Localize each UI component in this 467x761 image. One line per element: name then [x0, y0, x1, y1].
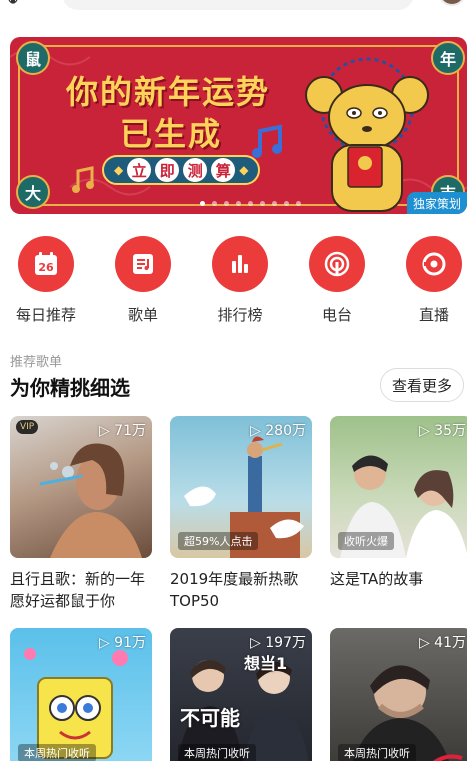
quick-entry-charts[interactable]: 排行榜 [210, 236, 270, 325]
music-note-icon [252, 124, 282, 158]
playlist-tag: 超59%人点击 [178, 532, 259, 550]
carousel-dot[interactable] [200, 201, 205, 206]
playlist-cover: ▷ 91万 本周热门收听 [10, 628, 152, 761]
quick-entry-daily[interactable]: 26 每日推荐 [16, 236, 76, 325]
playlist-card[interactable]: ▷ 41万 本周热门收听 [330, 628, 467, 761]
test-char: 测 [183, 158, 208, 182]
banner-title-line1: 你的新年运势 [66, 73, 271, 111]
quick-entry-label: 排行榜 [217, 306, 263, 324]
carousel-dot[interactable] [296, 201, 301, 206]
quick-entry-label: 电台 [321, 306, 352, 324]
quick-entry-label: 直播 [418, 306, 449, 324]
test-char: 即 [155, 158, 180, 182]
exclusive-badge: 独家策划 [406, 192, 467, 214]
section-title: 为你精挑细选 [10, 376, 130, 400]
play-count: ▷ 280万 [250, 423, 306, 439]
cover-overlay-text: 想当1 [244, 654, 288, 673]
vip-badge: VIP [16, 420, 39, 434]
playlist-tag: 本周热门收听 [178, 744, 256, 761]
playlist-tag: 收听火爆 [338, 532, 394, 550]
quick-entry-label: 每日推荐 [16, 306, 77, 324]
corner-char-2: 年 [431, 41, 465, 75]
avatar[interactable] [438, 0, 466, 6]
calendar-day-text: 26 [38, 261, 54, 274]
quick-entry-label: 歌单 [127, 306, 158, 324]
test-char: 立 [127, 158, 152, 182]
playlist-name: 这是TA的故事 [330, 570, 424, 588]
playlist-name: 且行且歌：新的一年愿好运都鼠于你 [10, 570, 146, 610]
section-subtitle: 推荐歌单 [10, 355, 63, 370]
top-bar [0, 0, 467, 12]
carousel-dot[interactable] [236, 201, 241, 206]
playlist-cover: ▷ 41万 本周热门收听 [330, 628, 467, 761]
playlist-card[interactable]: ▷ 280万 超59%人点击 2019年度最新热歌TOP50 [170, 416, 312, 612]
play-count: ▷ 35万 [418, 423, 466, 439]
banner-title-line2: 已生成 [120, 115, 223, 153]
microphone-icon[interactable] [8, 0, 18, 8]
playlist-card[interactable]: VIP ▷ 71万 且行且歌：新的一年愿好运都鼠于你 [10, 416, 152, 612]
play-count: ▷ 91万 [98, 635, 146, 651]
live-icon [422, 252, 446, 276]
new-year-banner[interactable]: 鼠 年 大 吉 你的新年运势 已生成 ◆ 立 即 测 算 ◆ [10, 37, 467, 214]
playlist-cover: ▷ 35万 收听火爆 [330, 416, 467, 558]
playlist-icon [133, 254, 153, 274]
corner-char-1: 鼠 [16, 41, 50, 75]
playlist-cover: 想当1 不可能 ▷ 197万 本周热门收听 [170, 628, 312, 761]
test-now-button[interactable]: ◆ 立 即 测 算 ◆ [102, 155, 261, 185]
playlist-card[interactable]: 想当1 不可能 ▷ 197万 本周热门收听 [170, 628, 312, 761]
carousel-dot[interactable] [284, 201, 289, 206]
radio-icon [324, 251, 350, 277]
quick-entry-radio[interactable]: 电台 [307, 236, 367, 325]
test-char: 算 [211, 158, 236, 182]
play-count: ▷ 41万 [418, 635, 466, 651]
playlist-cover: VIP ▷ 71万 [10, 416, 152, 558]
playlist-name: 2019年度最新热歌TOP50 [170, 570, 299, 610]
carousel-dots [200, 201, 301, 206]
playlist-card[interactable]: ▷ 35万 收听火爆 这是TA的故事 [330, 416, 467, 590]
playlist-tag: 本周热门收听 [18, 744, 96, 761]
playlist-tag: 本周热门收听 [338, 744, 416, 761]
music-note-icon [72, 166, 94, 193]
quick-entry-playlist[interactable]: 歌单 [113, 236, 173, 325]
carousel-dot[interactable] [224, 201, 229, 206]
see-more-button[interactable]: 查看更多 [380, 368, 464, 402]
carousel-dot[interactable] [260, 201, 265, 206]
search-input[interactable] [62, 0, 414, 10]
chart-bars-icon [232, 255, 248, 273]
carousel-dot[interactable] [248, 201, 253, 206]
cover-overlay-text: 不可能 [180, 706, 240, 730]
quick-entry-live[interactable]: 直播 [404, 236, 464, 325]
corner-char-3: 大 [16, 175, 50, 209]
play-count: ▷ 71万 [98, 423, 146, 439]
calendar-icon: 26 [35, 252, 57, 275]
mouse-mascot-illustration [305, 57, 429, 212]
quick-entry-row: 26 每日推荐 歌单 排行榜 电台 直播 [0, 236, 467, 326]
playlist-cover: ▷ 280万 超59%人点击 [170, 416, 312, 558]
play-count: ▷ 197万 [250, 635, 306, 651]
carousel-dot[interactable] [212, 201, 217, 206]
carousel-dot[interactable] [272, 201, 277, 206]
playlist-card[interactable]: ▷ 91万 本周热门收听 [10, 628, 152, 761]
